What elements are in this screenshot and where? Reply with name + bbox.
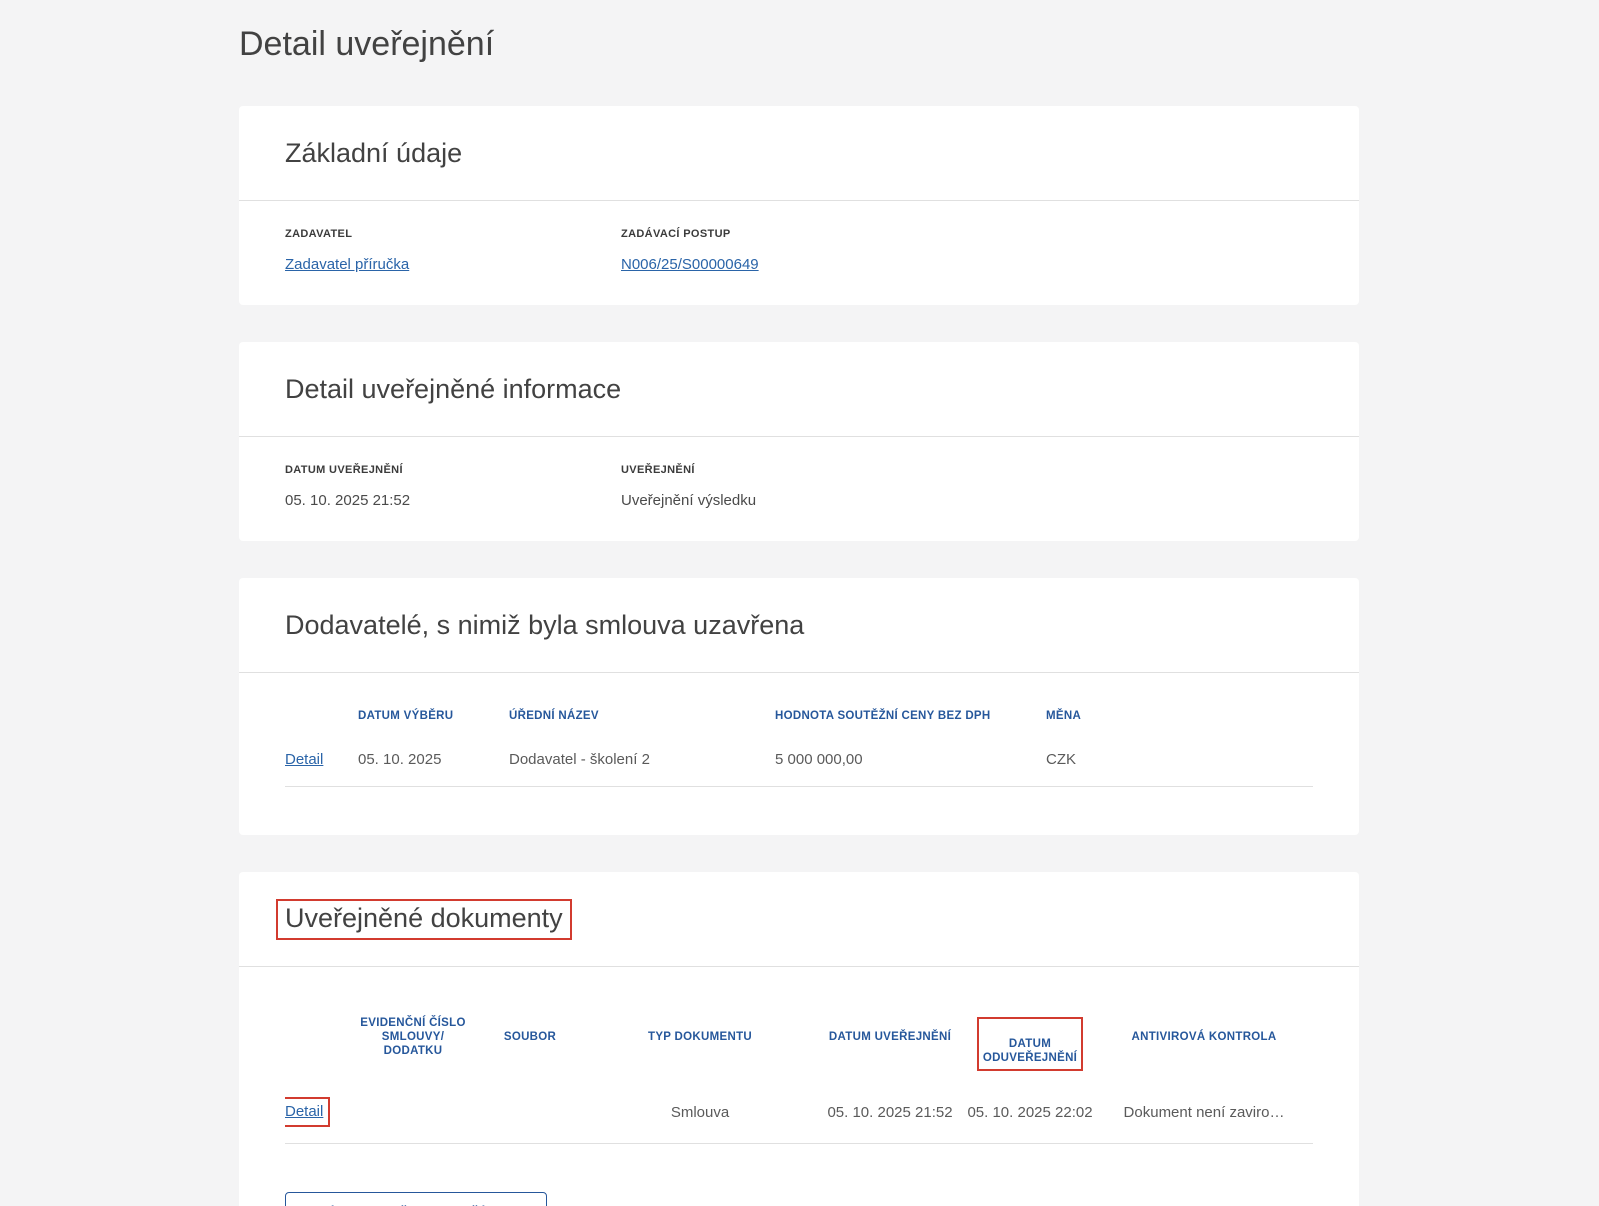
page-title: Detail uveřejnění (239, 0, 1359, 67)
card-dodavatele-title: Dodavatelé, s nimiž byla smlouva uzavřen… (285, 610, 804, 641)
field-uverejneni: UVEŘEJNĚNÍ Uveřejnění výsledku (621, 464, 1313, 511)
dodavatele-header-datum-vyberu: DATUM VÝBĚRU (358, 697, 509, 735)
dokumenty-cell-typ-dokumentu: Smlouva (585, 1083, 815, 1144)
card-dodavatele-body: DATUM VÝBĚRU ÚŘEDNÍ NÁZEV HODNOTA SOUTĚŽ… (239, 673, 1359, 835)
card-dodavatele-header: Dodavatelé, s nimiž byla smlouva uzavřen… (239, 578, 1359, 673)
dodavatele-header-mena: MĚNA (1046, 697, 1313, 735)
card-zakladni-udaje-body: ZADAVATEL Zadavatel příručka ZADÁVACÍ PO… (239, 201, 1359, 305)
download-all-attachments-button[interactable]: STÁHNOUT VŠECHNY PŘÍLOHY (285, 1192, 547, 1206)
main-content: Detail uveřejnění Základní údaje ZADAVAT… (239, 0, 1359, 1206)
card-zakladni-udaje: Základní údaje ZADAVATEL Zadavatel příru… (239, 106, 1359, 305)
dodavatele-table-row: Detail 05. 10. 2025 Dodavatel - školení … (285, 735, 1313, 787)
field-uverejneni-label: UVEŘEJNĚNÍ (621, 464, 1313, 477)
dokumenty-header-antivirova-kontrola: ANTIVIROVÁ KONTROLA (1095, 991, 1313, 1083)
dodavatele-table: DATUM VÝBĚRU ÚŘEDNÍ NÁZEV HODNOTA SOUTĚŽ… (285, 697, 1313, 787)
field-uverejneni-value: Uveřejnění výsledku (621, 490, 1313, 511)
dokumenty-header-detail (285, 991, 351, 1083)
annotation-box-detail: Detail (285, 1097, 330, 1127)
dodavatele-cell-hodnota: 5 000 000,00 (775, 735, 1046, 787)
dodavatele-header-row: DATUM VÝBĚRU ÚŘEDNÍ NÁZEV HODNOTA SOUTĚŽ… (285, 697, 1313, 735)
field-zadavatel-label: ZADAVATEL (285, 228, 621, 241)
field-datum-uverejneni-value: 05. 10. 2025 21:52 (285, 490, 621, 511)
card-detail-informace-title: Detail uveřejněné informace (285, 374, 621, 405)
field-zadavaci-postup-label: ZADÁVACÍ POSTUP (621, 228, 1313, 241)
annotation-box-title: Uveřejněné dokumenty (276, 899, 572, 940)
dokumenty-header-soubor: SOUBOR (475, 991, 585, 1083)
card-dokumenty-body: EVIDENČNÍ ČÍSLO SMLOUVY/ DODATKU SOUBOR … (239, 967, 1359, 1206)
field-datum-uverejneni: DATUM UVEŘEJNĚNÍ 05. 10. 2025 21:52 (285, 464, 621, 511)
dodavatele-cell-datum-vyberu: 05. 10. 2025 (358, 735, 509, 787)
dokumenty-cell-evidencni-cislo (351, 1083, 475, 1144)
zadavaci-postup-link[interactable]: N006/25/S00000649 (621, 256, 759, 273)
dokumenty-card-title: Uveřejněné dokumenty (285, 903, 563, 934)
card-zakladni-udaje-title: Základní údaje (285, 138, 462, 169)
dokumenty-header-row: EVIDENČNÍ ČÍSLO SMLOUVY/ DODATKU SOUBOR … (285, 991, 1313, 1083)
field-datum-uverejneni-label: DATUM UVEŘEJNĚNÍ (285, 464, 621, 477)
dodavatele-detail-link[interactable]: Detail (285, 751, 323, 768)
dodavatele-cell-uredni-nazev: Dodavatel - školení 2 (509, 735, 775, 787)
dokumenty-table: EVIDENČNÍ ČÍSLO SMLOUVY/ DODATKU SOUBOR … (285, 991, 1313, 1144)
dokumenty-cell-antivirova-kontrola: Dokument není zaviro… (1095, 1083, 1313, 1144)
annotation-box-header: DATUM ODUVEŘEJNĚNÍ (977, 1017, 1083, 1071)
dodavatele-header-uredni-nazev: ÚŘEDNÍ NÁZEV (509, 697, 775, 735)
field-zadavatel: ZADAVATEL Zadavatel příručka (285, 228, 621, 275)
dokumenty-header-datum-uverejneni: DATUM UVEŘEJNĚNÍ (815, 991, 965, 1083)
dokumenty-header-evidencni-cislo: EVIDENČNÍ ČÍSLO SMLOUVY/ DODATKU (351, 991, 475, 1083)
card-zakladni-udaje-header: Základní údaje (239, 106, 1359, 201)
dokumenty-cell-datum-uverejneni: 05. 10. 2025 21:52 (815, 1083, 965, 1144)
dokumenty-header-typ-dokumentu: TYP DOKUMENTU (585, 991, 815, 1083)
dodavatele-header-detail (285, 697, 358, 735)
card-detail-informace-header: Detail uveřejněné informace (239, 342, 1359, 437)
dokumenty-cell-soubor (475, 1083, 585, 1144)
field-zadavaci-postup: ZADÁVACÍ POSTUP N006/25/S00000649 (621, 228, 1313, 275)
dodavatele-header-hodnota: HODNOTA SOUTĚŽNÍ CENY BEZ DPH (775, 697, 1046, 735)
card-dokumenty-header: Uveřejněné dokumenty (239, 872, 1359, 967)
card-dodavatele: Dodavatelé, s nimiž byla smlouva uzavřen… (239, 578, 1359, 835)
dokumenty-cell-datum-oduverejneni: 05. 10. 2025 22:02 (965, 1083, 1095, 1144)
card-detail-informace-body: DATUM UVEŘEJNĚNÍ 05. 10. 2025 21:52 UVEŘ… (239, 437, 1359, 541)
zadavatel-link[interactable]: Zadavatel příručka (285, 256, 409, 273)
datum-oduverejneni-header: DATUM ODUVEŘEJNĚNÍ (983, 1038, 1077, 1064)
dodavatele-cell-mena: CZK (1046, 735, 1313, 787)
dokumenty-detail-link[interactable]: Detail (285, 1103, 323, 1120)
card-dokumenty: Uveřejněné dokumenty EVIDENČNÍ ČÍSLO SML… (239, 872, 1359, 1206)
dokumenty-table-row: Detail Smlouva 05. 10. 2025 21:52 05. 10… (285, 1083, 1313, 1144)
card-detail-informace: Detail uveřejněné informace DATUM UVEŘEJ… (239, 342, 1359, 541)
